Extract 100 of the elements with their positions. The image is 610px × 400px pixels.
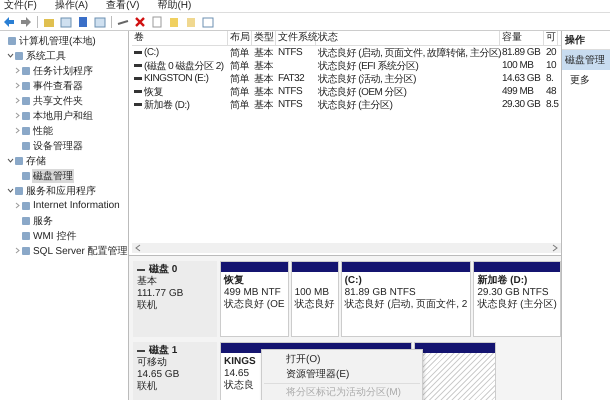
table-cell-text: 状态良好 (EFI 系统分区)	[318, 60, 418, 72]
table-cell-text: 简单	[230, 60, 249, 72]
table-cell: 499 MB	[502, 86, 534, 97]
tree-item[interactable]: 磁盘管理	[32, 168, 74, 182]
chevron-down-icon[interactable]	[7, 187, 14, 194]
table-cell-text: 新加卷 (D:)	[144, 98, 190, 112]
table-cell: NTFS	[278, 47, 302, 58]
tree-item[interactable]: 任务计划程序	[32, 64, 94, 78]
table-cell-text: 恢复	[144, 86, 163, 98]
disk-name: 磁盘 1	[149, 345, 178, 357]
tree-item[interactable]: 服务	[32, 214, 54, 228]
table-cell-text: 状态良好 (主分区)	[318, 98, 392, 112]
table-cell-text: 状态良好 (OEM 分区)	[318, 86, 406, 98]
partition-size: 81.89 GB NTFS	[344, 287, 416, 298]
partition-bar	[292, 262, 338, 272]
window-icon[interactable]	[60, 16, 72, 28]
tree-item[interactable]: 存储	[25, 154, 47, 168]
table-cell-text: 基本	[254, 98, 273, 112]
table-cell-text: 基本	[254, 86, 273, 98]
partition-name: 恢复	[224, 275, 244, 287]
table-cell: 8.	[546, 73, 554, 84]
table-cell-text: 状态良好 (启动, 页面文件, 故障转储, 主分区)	[318, 46, 502, 60]
window-icon[interactable]	[202, 16, 214, 28]
table-cell: 10	[546, 60, 556, 71]
partition-status: 状态良好	[294, 299, 335, 311]
action-item[interactable]: 磁盘管理	[562, 50, 610, 70]
chevron-right-icon[interactable]	[14, 127, 21, 134]
menu-item[interactable]: 查看(V)	[106, 0, 140, 12]
column-header[interactable]: 类型	[252, 31, 276, 45]
disk-type: 可移动	[137, 357, 168, 369]
chevron-right-icon[interactable]	[14, 97, 21, 104]
table-cell-text: 基本	[254, 72, 273, 86]
tree-item[interactable]: 系统工具	[25, 48, 67, 62]
chevron-right-icon[interactable]	[14, 67, 21, 74]
table-cell: 14.63 GB	[502, 73, 540, 84]
delete-icon[interactable]	[134, 16, 146, 28]
tree-item[interactable]: 本地用户和组	[32, 108, 94, 122]
table-cell-text: 简单	[230, 86, 249, 98]
volume-icon	[134, 103, 142, 106]
forward-arrow-icon[interactable]	[20, 16, 32, 28]
table-cell-text: 简单	[230, 72, 249, 86]
partition-status: 状态良好 (主分区)	[477, 299, 557, 311]
tree-item[interactable]: 事件查看器	[32, 78, 84, 92]
partition-name: (C:)	[344, 275, 362, 287]
chevron-right-icon[interactable]	[14, 202, 21, 209]
column-header[interactable]: 卷	[132, 31, 228, 45]
chevron-right-icon[interactable]	[14, 247, 21, 254]
disk-status: 联机	[137, 300, 158, 312]
partition-bar	[221, 262, 288, 272]
disk-type: 基本	[137, 276, 158, 288]
tree-item[interactable]: WMI 控件	[32, 228, 78, 242]
table-cell: 20	[546, 47, 556, 58]
table-cell: 48	[546, 86, 556, 97]
action-item[interactable]: 更多	[562, 70, 610, 90]
table-cell: (C:)	[144, 47, 159, 58]
tree-item[interactable]: 计算机管理(本地)	[18, 34, 97, 48]
tree-item[interactable]: SQL Server 配置管理	[32, 244, 128, 258]
document-icon[interactable]	[151, 16, 163, 28]
menu-item[interactable]: 帮助(H)	[157, 0, 192, 12]
table-cell-text: 简单	[230, 98, 249, 112]
partition-size: 100 MB	[294, 287, 330, 298]
partition-size: 14.65	[224, 368, 250, 380]
table-cell: NTFS	[278, 99, 302, 110]
volume-icon	[134, 90, 142, 93]
context-menu-item[interactable]: 打开(O)	[262, 352, 422, 367]
tree-item[interactable]: 服务和应用程序	[25, 184, 97, 198]
column-header[interactable]: 文件系统	[276, 31, 316, 45]
chevron-right-icon[interactable]	[14, 112, 21, 119]
table-cell-text: 基本	[254, 46, 273, 60]
table-cell: 100 MB	[502, 60, 534, 71]
table-cell: 81.89 GB	[502, 47, 540, 58]
disk-size: 111.77 GB	[137, 288, 184, 300]
column-header[interactable]: 可	[544, 31, 558, 45]
volume-icon	[134, 51, 142, 54]
column-header[interactable]: 布局	[228, 31, 252, 45]
table-cell: FAT32	[278, 73, 304, 84]
chevron-down-icon[interactable]	[7, 157, 14, 164]
table-cell: 29.30 GB	[502, 99, 540, 110]
column-header[interactable]: 容量	[500, 31, 544, 45]
table-cell-text: 简单	[230, 46, 249, 60]
menu-item[interactable]: 操作(A)	[54, 0, 88, 12]
partition-status: 状态良好 (启动, 页面文件, 2	[344, 299, 468, 311]
back-arrow-icon[interactable]	[3, 16, 15, 28]
window-icon[interactable]	[94, 16, 106, 28]
disk-name: 磁盘 0	[149, 264, 178, 276]
chevron-down-icon[interactable]	[7, 52, 14, 59]
tree-item[interactable]: Internet Information	[32, 200, 121, 211]
table-cell-text: (磁盘 0 磁盘分区 2)	[144, 60, 224, 72]
chevron-right-icon[interactable]	[14, 82, 21, 89]
partition-status: 状态良好 (OE	[224, 299, 285, 311]
disk-status: 联机	[137, 381, 158, 393]
table-cell: NTFS	[278, 86, 302, 97]
tree-item[interactable]: 性能	[32, 124, 54, 138]
volume-icon	[134, 64, 142, 67]
volume-icon	[134, 77, 142, 80]
context-menu-item[interactable]: 资源管理器(E)	[262, 367, 422, 382]
tree-item[interactable]: 设备管理器	[32, 138, 84, 152]
table-cell: 8.5	[546, 99, 558, 110]
disk-size: 14.65 GB	[137, 369, 180, 380]
tree-item[interactable]: 共享文件夹	[32, 94, 84, 108]
